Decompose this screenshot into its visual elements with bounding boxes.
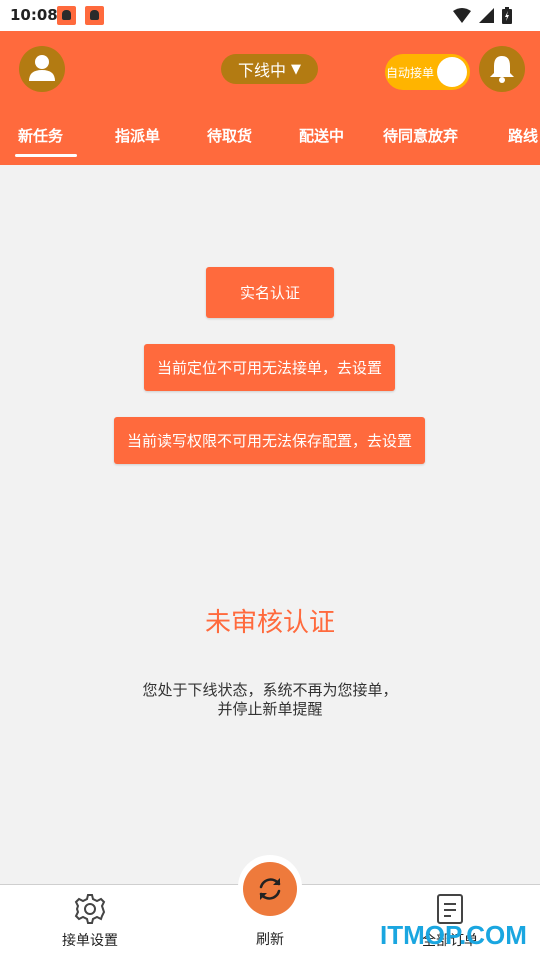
signal-icon: [479, 7, 494, 23]
tab-pending-abandon[interactable]: 待同意放弃: [383, 125, 458, 146]
nav-refresh-label: 刷新: [256, 932, 284, 948]
bell-icon: [490, 56, 514, 83]
online-status-dropdown[interactable]: 下线中 ▼: [221, 54, 318, 84]
nav-order-settings-label: 接单设置: [62, 933, 118, 949]
status-time: 10:08: [10, 6, 58, 24]
location-settings-button[interactable]: 当前定位不可用无法接单，去设置: [144, 344, 395, 391]
tab-delivering[interactable]: 配送中: [299, 125, 344, 146]
tab-assigned[interactable]: 指派单: [115, 125, 160, 146]
offline-hint-line2: 并停止新单提醒: [217, 700, 323, 718]
real-name-verify-button[interactable]: 实名认证: [206, 267, 334, 318]
notification-app-icon: [57, 6, 76, 25]
chevron-down-icon: ▼: [291, 61, 301, 77]
storage-permission-button[interactable]: 当前读写权限不可用无法保存配置，去设置: [114, 417, 425, 464]
toggle-knob: [437, 57, 467, 87]
active-tab-indicator: [15, 154, 77, 157]
watermark: ITMOP.COM: [380, 920, 527, 950]
notifications-button[interactable]: [479, 46, 525, 92]
task-tabs: 新任务 指派单 待取货 配送中 待同意放弃 路线: [0, 117, 540, 165]
gear-icon: [74, 894, 106, 924]
refresh-icon: [259, 878, 281, 900]
unverified-title: 未审核认证: [204, 608, 335, 638]
tab-awaiting-pickup[interactable]: 待取货: [207, 125, 252, 146]
avatar[interactable]: [19, 46, 65, 92]
battery-icon: [502, 6, 512, 24]
status-indicators: [453, 5, 512, 25]
user-icon: [29, 55, 55, 81]
nav-refresh-label-wrap: 刷新: [240, 929, 300, 949]
refresh-button[interactable]: [243, 862, 297, 916]
wifi-icon: [453, 7, 471, 23]
auto-accept-toggle[interactable]: 自动接单: [385, 54, 470, 90]
auto-accept-label: 自动接单: [386, 66, 435, 80]
nav-order-settings[interactable]: 接单设置: [50, 893, 130, 950]
status-bar: 10:08: [0, 0, 540, 31]
tab-route[interactable]: 路线: [508, 125, 538, 146]
tab-new-tasks[interactable]: 新任务: [18, 125, 63, 146]
offline-hint-line1: 您处于下线状态，系统不再为您接单，: [142, 681, 398, 699]
notification-app-icon: [85, 6, 104, 25]
online-status-label: 下线中: [237, 61, 286, 80]
app-header: 下线中 ▼ 自动接单 新任务 指派单 待取货 配送中 待同意放弃 路线: [0, 31, 540, 165]
